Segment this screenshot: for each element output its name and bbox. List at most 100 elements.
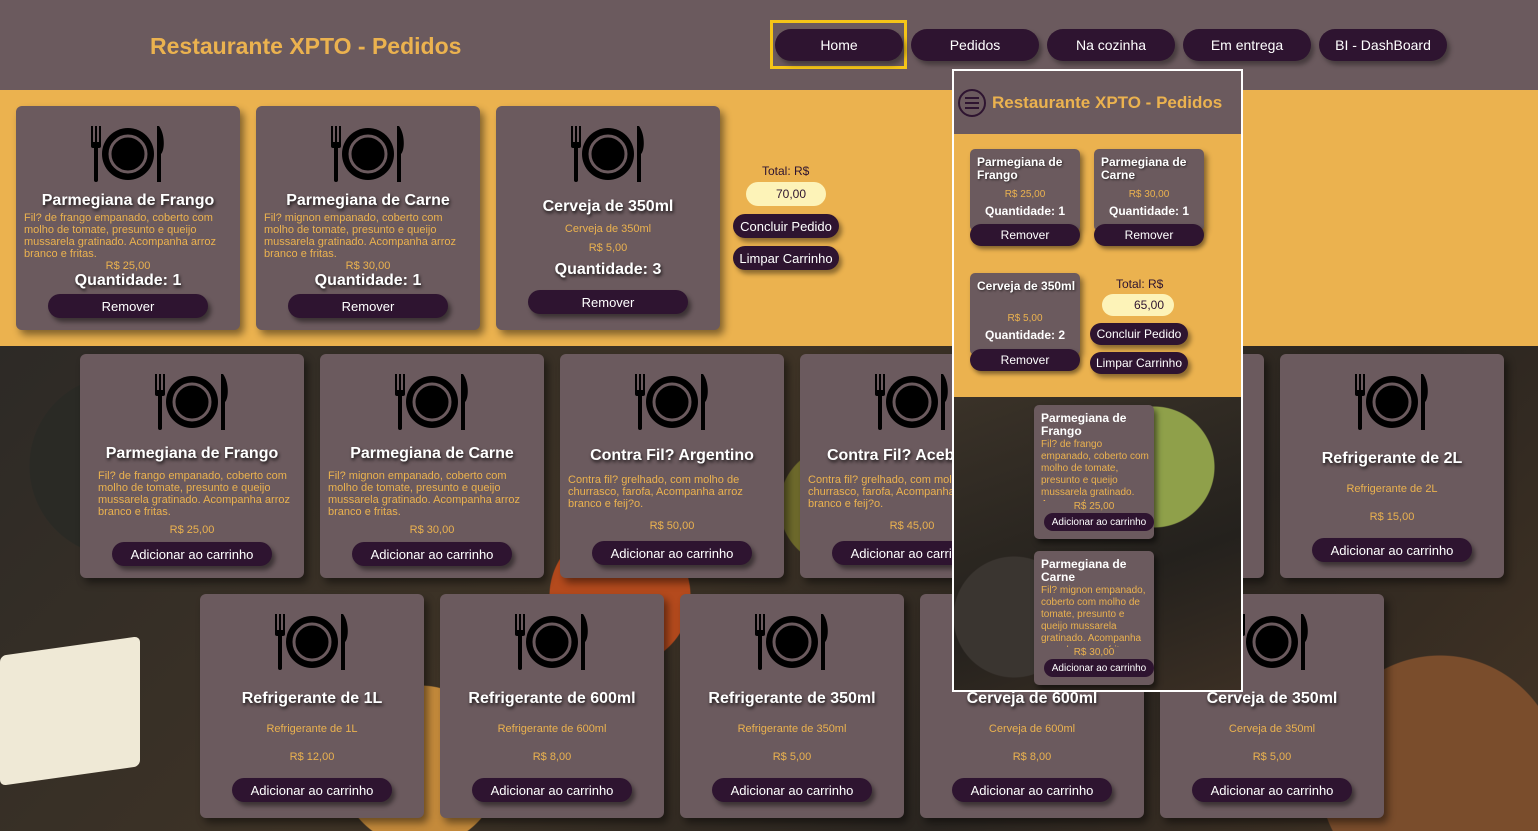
mobile-total-label: Total: R$ bbox=[1116, 277, 1164, 291]
product-name: Cerveja de 600ml bbox=[966, 690, 1098, 707]
product-price: R$ 5,00 bbox=[1252, 751, 1292, 763]
mobile-product-card: Parmegiana de Frango Fil? de frango empa… bbox=[1034, 405, 1154, 539]
total-label: Total: R$ bbox=[762, 164, 810, 178]
add-to-cart-button[interactable]: Adicionar ao carrinho bbox=[592, 541, 752, 565]
product-desc: Refrigerante de 350ml bbox=[737, 723, 847, 735]
product-price: R$ 8,00 bbox=[1012, 751, 1052, 763]
product-desc: Refrigerante de 2L bbox=[1346, 483, 1438, 495]
mobile-product-price: R$ 25,00 bbox=[1073, 501, 1115, 512]
cart-item-qty: Quantidade: 3 bbox=[554, 261, 662, 278]
cart-item: Parmegiana de Carne Fil? mignon empanado… bbox=[256, 106, 480, 330]
mobile-remove-button[interactable]: Remover bbox=[970, 224, 1080, 246]
add-to-cart-button[interactable]: Adicionar ao carrinho bbox=[1312, 538, 1472, 562]
mobile-cart-item-qty: Quantidade: 1 bbox=[984, 204, 1065, 218]
total-value: 70,00 bbox=[746, 182, 826, 206]
hamburger-menu-icon[interactable] bbox=[958, 89, 986, 117]
plate-cutlery-icon bbox=[515, 614, 588, 670]
plate-cutlery-icon bbox=[155, 374, 228, 430]
clear-cart-button[interactable]: Limpar Carrinho bbox=[733, 246, 839, 270]
add-to-cart-button[interactable]: Adicionar ao carrinho bbox=[232, 778, 392, 802]
product-desc: Refrigerante de 600ml bbox=[497, 723, 607, 735]
mobile-product-name: Parmegiana de Carne bbox=[1041, 557, 1127, 584]
add-to-cart-button[interactable]: Adicionar ao carrinho bbox=[112, 542, 272, 566]
product-price: R$ 25,00 bbox=[169, 524, 215, 536]
cart-item-desc: Fil? de frango empanado, coberto com mol… bbox=[24, 212, 216, 260]
mobile-conclude-order-button[interactable]: Concluir Pedido bbox=[1090, 323, 1188, 345]
mobile-cart-item-price: R$ 30,00 bbox=[1128, 189, 1170, 200]
add-to-cart-button[interactable]: Adicionar ao carrinho bbox=[1192, 778, 1352, 802]
mobile-product-desc: Fil? mignon empanado, coberto com molho … bbox=[1041, 585, 1146, 647]
product-price: R$ 5,00 bbox=[772, 751, 812, 763]
nav-na-cozinha-button[interactable]: Na cozinha bbox=[1047, 29, 1175, 61]
mobile-product-card: Parmegiana de Carne Fil? mignon empanado… bbox=[1034, 551, 1154, 685]
cart-item: Cerveja de 350ml Cerveja de 350ml R$ 5,0… bbox=[496, 106, 720, 330]
remove-button[interactable]: Remover bbox=[48, 294, 208, 318]
mobile-remove-wrap: Remover bbox=[970, 349, 1080, 371]
product-desc: Cerveja de 350ml bbox=[1228, 723, 1316, 735]
mobile-clear-cart-button[interactable]: Limpar Carrinho bbox=[1090, 352, 1188, 374]
product-name: Cerveja de 350ml bbox=[1206, 690, 1338, 707]
cart-item-price: R$ 30,00 bbox=[345, 260, 391, 272]
cart-item-desc: Cerveja de 350ml bbox=[564, 223, 652, 235]
brand-title: Restaurante XPTO - Pedidos bbox=[150, 33, 462, 59]
mobile-product-name: Parmegiana de Frango bbox=[1041, 411, 1127, 438]
nav-home-button[interactable]: Home bbox=[775, 29, 903, 61]
mobile-total-value: 65,00 bbox=[1102, 294, 1174, 316]
mobile-brand-title: Restaurante XPTO - Pedidos bbox=[992, 93, 1223, 112]
nav-bi-dashboard-button[interactable]: BI - DashBoard bbox=[1319, 29, 1447, 61]
mobile-add-to-cart-button[interactable]: Adicionar ao carrinho bbox=[1044, 659, 1154, 677]
plate-cutlery-icon bbox=[1235, 614, 1308, 670]
plate-cutlery-icon bbox=[755, 614, 828, 670]
product-desc: Refrigerante de 1L bbox=[266, 723, 358, 735]
mobile-product-price: R$ 30,00 bbox=[1073, 647, 1115, 658]
mobile-remove-button[interactable]: Remover bbox=[1094, 224, 1204, 246]
plate-cutlery-icon bbox=[1355, 374, 1428, 430]
add-to-cart-button[interactable]: Adicionar ao carrinho bbox=[712, 778, 872, 802]
cart-item-price: R$ 5,00 bbox=[588, 242, 628, 254]
plate-cutlery-icon bbox=[395, 374, 468, 430]
cart-item-qty: Quantidade: 1 bbox=[314, 272, 422, 289]
cart-item: Parmegiana de Frango Fil? de frango empa… bbox=[16, 106, 240, 330]
mobile-cart-item: Cerveja de 350ml R$ 5,00 Quantidade: 2 bbox=[970, 273, 1080, 355]
mobile-cart-item-name: Parmegiana de Frango bbox=[977, 155, 1063, 182]
cart-item-desc: Fil? mignon empanado, coberto com molho … bbox=[264, 212, 456, 260]
product-card: Parmegiana de Carne Fil? mignon empanado… bbox=[320, 354, 544, 578]
mobile-remove-wrap: Remover bbox=[970, 224, 1080, 246]
mobile-preview: Restaurante XPTO - Pedidos Parmegiana de… bbox=[952, 69, 1243, 692]
plate-cutlery-icon bbox=[571, 126, 644, 182]
mobile-add-to-cart-button[interactable]: Adicionar ao carrinho bbox=[1044, 513, 1154, 531]
mobile-cart-item-qty: Quantidade: 1 bbox=[1108, 204, 1189, 218]
product-card: Parmegiana de Frango Fil? de frango empa… bbox=[80, 354, 304, 578]
product-price: R$ 30,00 bbox=[409, 524, 455, 536]
product-desc: Fil? de frango empanado, coberto com mol… bbox=[98, 470, 290, 518]
add-to-cart-button[interactable]: Adicionar ao carrinho bbox=[352, 542, 512, 566]
product-card: Refrigerante de 1L Refrigerante de 1L R$… bbox=[200, 594, 424, 818]
remove-button[interactable]: Remover bbox=[528, 290, 688, 314]
nav-pedidos-button[interactable]: Pedidos bbox=[911, 29, 1039, 61]
cart-item-qty: Quantidade: 1 bbox=[74, 272, 182, 289]
mobile-header: Restaurante XPTO - Pedidos bbox=[954, 71, 1241, 134]
mobile-cart-item-name: Parmegiana de Carne bbox=[1101, 155, 1187, 182]
plate-cutlery-icon bbox=[875, 374, 948, 430]
cart-section: Parmegiana de Frango Fil? de frango empa… bbox=[0, 90, 1538, 346]
mobile-remove-button[interactable]: Remover bbox=[970, 349, 1080, 371]
product-price: R$ 15,00 bbox=[1369, 511, 1415, 523]
cart-item-name: Cerveja de 350ml bbox=[542, 198, 674, 215]
product-desc: Contra fil? grelhado, com molho de churr… bbox=[568, 474, 743, 510]
product-name: Contra Fil? Argentino bbox=[590, 447, 754, 464]
product-card: Contra Fil? Argentino Contra fil? grelha… bbox=[560, 354, 784, 578]
cart-item-name: Parmegiana de Carne bbox=[286, 192, 450, 209]
add-to-cart-button[interactable]: Adicionar ao carrinho bbox=[472, 778, 632, 802]
product-card: Refrigerante de 600ml Refrigerante de 60… bbox=[440, 594, 664, 818]
product-desc: Fil? mignon empanado, coberto com molho … bbox=[328, 470, 520, 518]
mobile-cart: Parmegiana de Frango R$ 25,00 Quantidade… bbox=[954, 134, 1241, 397]
mobile-cart-item: Parmegiana de Carne R$ 30,00 Quantidade:… bbox=[1094, 149, 1204, 231]
mobile-cart-item-name: Cerveja de 350ml bbox=[977, 279, 1076, 293]
product-name: Refrigerante de 1L bbox=[241, 690, 383, 707]
remove-button[interactable]: Remover bbox=[288, 294, 448, 318]
nav-em-entrega-button[interactable]: Em entrega bbox=[1183, 29, 1311, 61]
conclude-order-button[interactable]: Concluir Pedido bbox=[733, 214, 839, 238]
mobile-cart-item: Parmegiana de Frango R$ 25,00 Quantidade… bbox=[970, 149, 1080, 231]
product-desc: Cerveja de 600ml bbox=[988, 723, 1076, 735]
add-to-cart-button[interactable]: Adicionar ao carrinho bbox=[952, 778, 1112, 802]
